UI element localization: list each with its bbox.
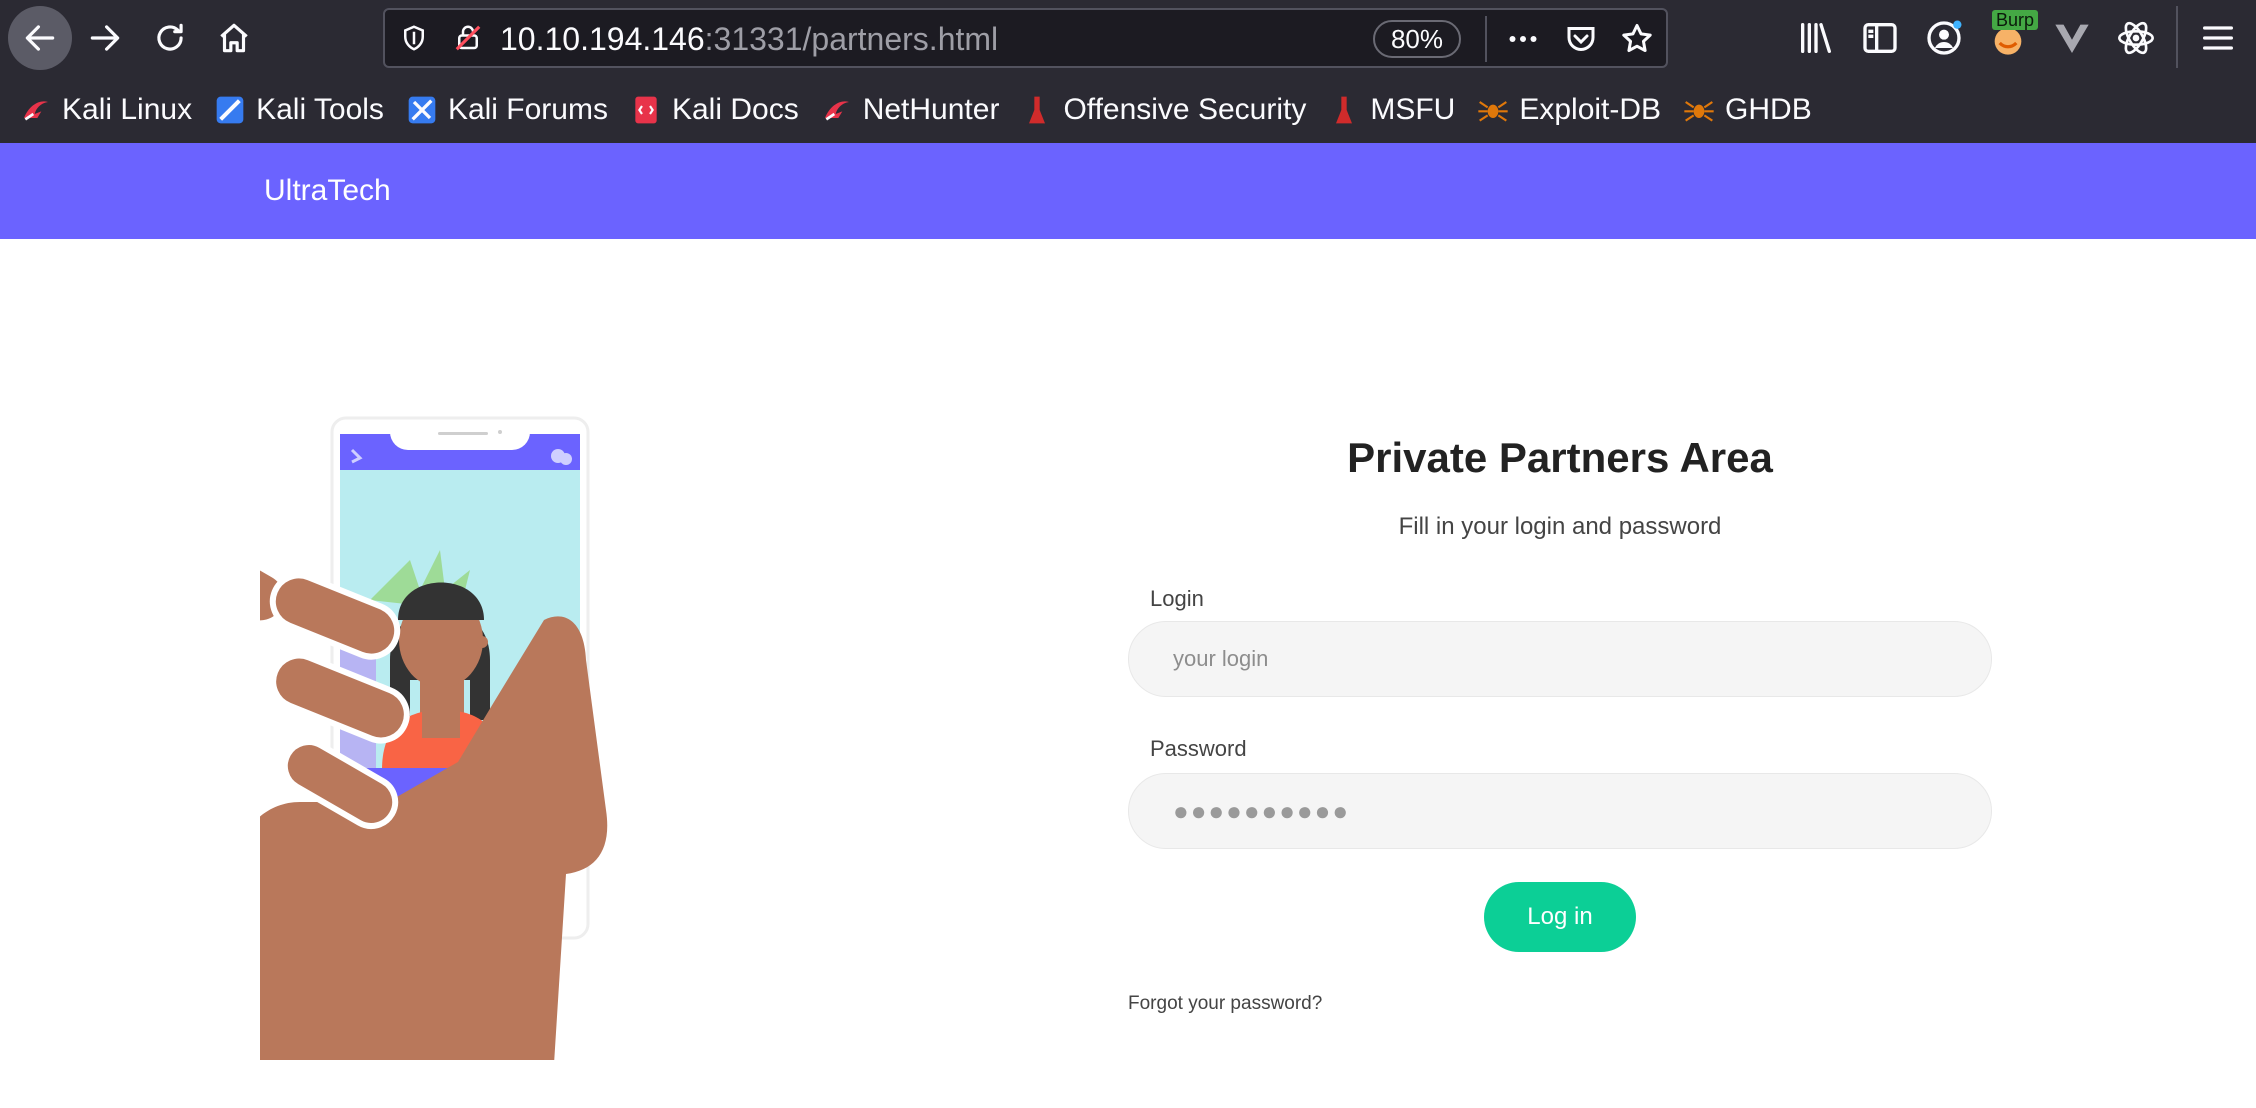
hand-holding-phone-illustration <box>260 416 608 1060</box>
burp-badge: Burp <box>1992 10 2039 30</box>
bookmark-kali-linux[interactable]: Kali Linux <box>20 93 192 127</box>
bookmark-offensive-security[interactable]: Offensive Security <box>1021 93 1306 127</box>
bookmark-label: Kali Forums <box>447 93 608 126</box>
bookmark-label: GHDB <box>1725 93 1812 126</box>
bookmark-label: NetHunter <box>862 93 1000 126</box>
bookmark-kali-forums[interactable]: Kali Forums <box>406 93 608 127</box>
bookmark-label: Offensive Security <box>1063 93 1307 126</box>
login-input[interactable] <box>1128 621 1992 697</box>
bookmark-star-icon[interactable] <box>1619 21 1655 57</box>
bookmark-label: Kali Docs <box>671 93 799 126</box>
react-devtools-icon[interactable] <box>2116 18 2156 58</box>
url-text[interactable]: 10.10.194.146:31331/partners.html <box>500 20 998 58</box>
tracking-shield-icon[interactable] <box>399 23 429 53</box>
brand-logo-text[interactable]: UltraTech <box>264 173 391 209</box>
back-button[interactable] <box>8 6 72 70</box>
kali-tools-icon <box>214 94 246 126</box>
url-path: :31331/partners.html <box>704 21 999 57</box>
exploitdb-spider-icon <box>1683 94 1715 126</box>
kali-forums-icon <box>406 94 438 126</box>
bookmark-ghdb[interactable]: GHDB <box>1683 93 1812 127</box>
url-bar[interactable]: 10.10.194.146:31331/partners.html 80% <box>383 8 1668 68</box>
pocket-icon[interactable] <box>1563 21 1599 57</box>
bookmark-exploit-db[interactable]: Exploit-DB <box>1477 93 1661 127</box>
insecure-lock-icon[interactable] <box>453 23 483 53</box>
bookmark-label: Exploit-DB <box>1519 93 1662 126</box>
forgot-password-link[interactable]: Forgot your password? <box>1128 992 1322 1016</box>
url-divider <box>1485 16 1487 62</box>
log-in-button[interactable]: Log in <box>1484 882 1636 952</box>
forward-button[interactable] <box>73 6 137 70</box>
navigation-toolbar: 10.10.194.146:31331/partners.html 80% Bu… <box>0 0 2256 77</box>
toolbar-divider <box>2176 6 2178 68</box>
library-icon[interactable] <box>1796 18 1836 58</box>
vue-devtools-icon[interactable] <box>2052 18 2092 58</box>
offsec-icon <box>1328 94 1360 126</box>
zoom-level-badge[interactable]: 80% <box>1373 20 1461 58</box>
bookmark-kali-docs[interactable]: Kali Docs <box>630 93 799 127</box>
reload-button[interactable] <box>138 6 202 70</box>
url-host: 10.10.194.146 <box>500 21 705 57</box>
login-field-label: Login <box>1150 586 1204 611</box>
bookmark-label: Kali Tools <box>256 93 384 126</box>
bookmarks-toolbar: Kali Linux Kali Tools Kali Forums Kali Docs… <box>0 84 2256 136</box>
page-actions-icon[interactable] <box>1505 21 1541 57</box>
account-icon[interactable] <box>1924 18 1964 58</box>
password-field-label: Password <box>1150 736 1247 761</box>
bookmark-label: Kali Linux <box>62 93 193 126</box>
bookmark-label: MSFU <box>1370 93 1456 126</box>
sidebar-toggle-icon[interactable] <box>1860 18 1900 58</box>
site-header: UltraTech <box>0 143 2256 239</box>
arrow-left-icon <box>25 25 55 51</box>
page-subtitle: Fill in your login and password <box>1398 513 1722 540</box>
bookmark-msfu[interactable]: MSFU <box>1328 93 1455 127</box>
arrow-right-icon <box>90 25 120 51</box>
password-input[interactable] <box>1128 773 1992 849</box>
kali-docs-icon <box>630 94 662 126</box>
home-button[interactable] <box>202 6 266 70</box>
bookmark-nethunter[interactable]: NetHunter <box>821 93 1000 127</box>
home-icon <box>220 23 248 53</box>
offsec-icon <box>1021 94 1053 126</box>
bookmark-kali-tools[interactable]: Kali Tools <box>214 93 384 127</box>
browser-chrome: 10.10.194.146:31331/partners.html 80% Bu… <box>0 0 2256 143</box>
kali-dragon-icon <box>821 94 853 126</box>
reload-icon <box>157 23 183 51</box>
kali-dragon-icon <box>20 94 52 126</box>
exploitdb-spider-icon <box>1477 94 1509 126</box>
page-title: Private Partners Area <box>1347 434 1773 481</box>
hamburger-menu-icon[interactable] <box>2198 18 2238 58</box>
